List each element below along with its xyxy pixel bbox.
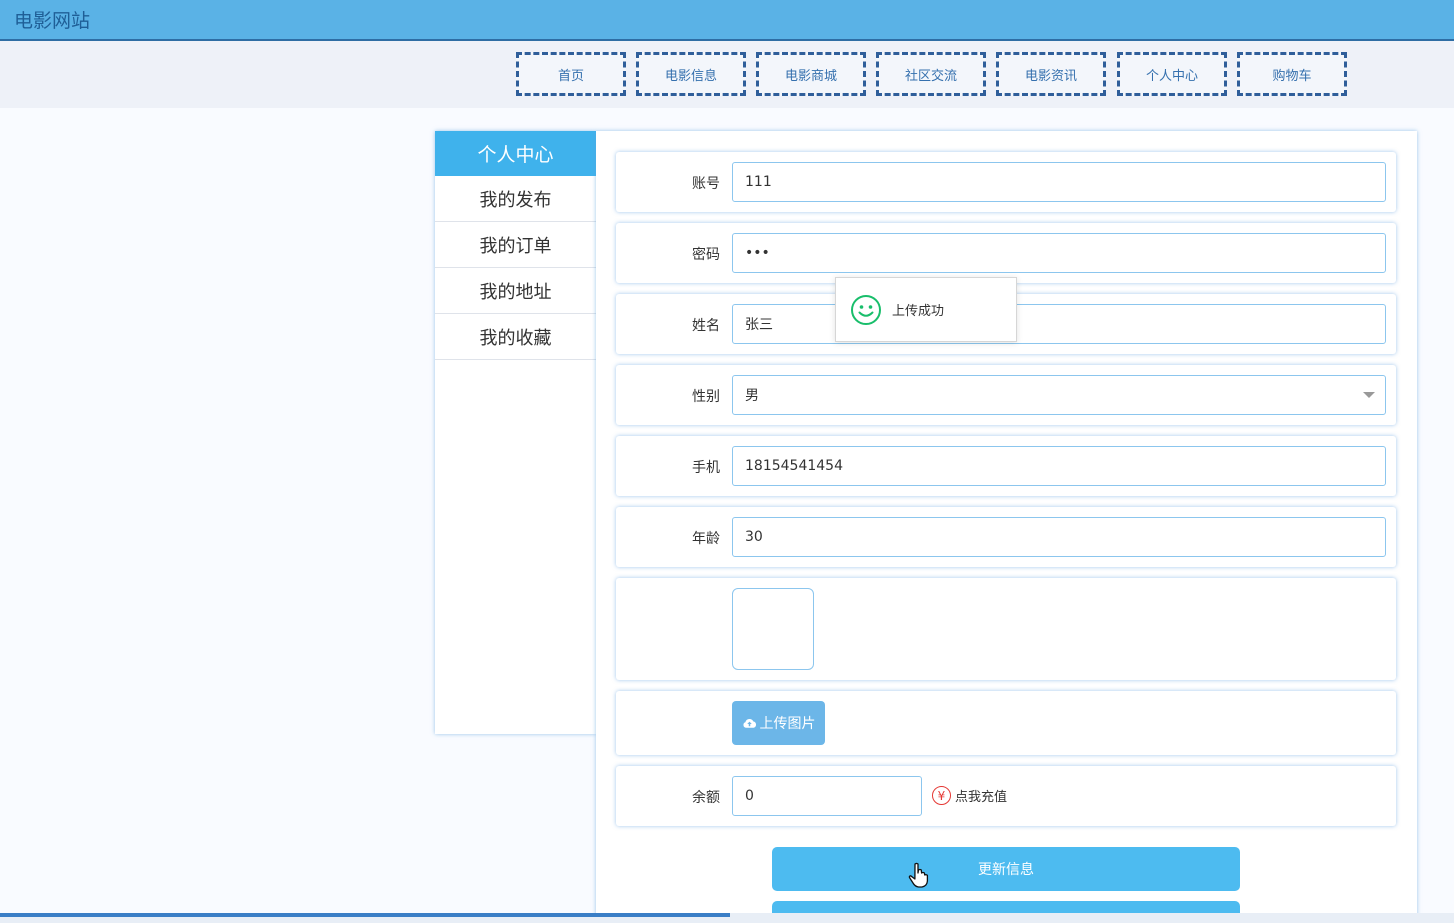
sidebar-item-my-favorites[interactable]: 我的收藏 bbox=[435, 314, 596, 360]
nav-cart[interactable]: 购物车 bbox=[1237, 52, 1347, 96]
phone-field[interactable]: 18154541454 bbox=[732, 446, 1386, 486]
age-label: 年龄 bbox=[692, 531, 720, 547]
balance-label: 余额 bbox=[692, 790, 720, 806]
age-row: 年龄 30 bbox=[616, 507, 1396, 567]
main-nav: 首页 电影信息 电影商城 社区交流 电影资讯 个人中心 购物车 bbox=[516, 52, 1347, 96]
password-row: 密码 ••• bbox=[616, 223, 1396, 283]
sidebar: 个人中心 我的发布 我的订单 我的地址 我的收藏 bbox=[435, 131, 596, 734]
upload-image-label: 上传图片 bbox=[759, 716, 816, 732]
name-label: 姓名 bbox=[692, 318, 720, 334]
balance-row: 余额 0 ¥ 点我充值 bbox=[616, 766, 1396, 826]
sidebar-item-my-posts[interactable]: 我的发布 bbox=[435, 176, 596, 222]
site-title[interactable]: 电影网站 bbox=[14, 6, 90, 33]
hand-cursor-icon bbox=[908, 862, 929, 888]
cloud-upload-icon bbox=[742, 718, 756, 728]
upload-image-button[interactable]: 上传图片 bbox=[732, 701, 825, 745]
toast-message: 上传成功 bbox=[835, 277, 1017, 342]
nav-community[interactable]: 社区交流 bbox=[876, 52, 986, 96]
sidebar-item-my-addresses[interactable]: 我的地址 bbox=[435, 268, 596, 314]
balance-field[interactable]: 0 bbox=[732, 776, 922, 816]
sidebar-item-personal-center[interactable]: 个人中心 bbox=[435, 131, 596, 176]
smile-icon bbox=[851, 294, 881, 325]
bottom-scrollbar[interactable] bbox=[0, 913, 1454, 923]
password-label: 密码 bbox=[692, 247, 720, 263]
update-info-button[interactable]: 更新信息 bbox=[772, 847, 1240, 891]
nav-movie-news[interactable]: 电影资讯 bbox=[996, 52, 1106, 96]
top-header: 电影网站 bbox=[0, 0, 1454, 41]
account-row: 账号 111 bbox=[616, 152, 1396, 212]
toast-text: 上传成功 bbox=[892, 304, 945, 319]
name-field[interactable]: 张三 bbox=[732, 304, 1386, 344]
gender-label: 性别 bbox=[692, 389, 720, 405]
nav-movie-info[interactable]: 电影信息 bbox=[636, 52, 746, 96]
age-field[interactable]: 30 bbox=[732, 517, 1386, 557]
nav-home[interactable]: 首页 bbox=[516, 52, 626, 96]
gender-row: 性别 男 bbox=[616, 365, 1396, 425]
nav-personal-center[interactable]: 个人中心 bbox=[1117, 52, 1227, 96]
recharge-link[interactable]: ¥ 点我充值 bbox=[932, 786, 1007, 805]
password-field[interactable]: ••• bbox=[732, 233, 1386, 273]
profile-panel: 账号 111 密码 ••• 姓名 张三 性别 男 手机 18154541454 … bbox=[596, 131, 1417, 923]
upload-row: 上传图片 bbox=[616, 691, 1396, 755]
phone-label: 手机 bbox=[692, 460, 720, 476]
chevron-down-icon bbox=[1363, 392, 1375, 398]
gender-value: 男 bbox=[745, 388, 759, 404]
nav-movie-store[interactable]: 电影商城 bbox=[756, 52, 866, 96]
recharge-label: 点我充值 bbox=[955, 790, 1008, 805]
avatar-row bbox=[616, 578, 1396, 680]
account-field[interactable]: 111 bbox=[732, 162, 1386, 202]
phone-row: 手机 18154541454 bbox=[616, 436, 1396, 496]
account-label: 账号 bbox=[692, 176, 720, 192]
yen-icon: ¥ bbox=[932, 786, 951, 805]
gender-select[interactable]: 男 bbox=[732, 375, 1386, 415]
sidebar-item-my-orders[interactable]: 我的订单 bbox=[435, 222, 596, 268]
scroll-indicator[interactable] bbox=[0, 913, 730, 917]
avatar-preview[interactable] bbox=[732, 588, 814, 670]
